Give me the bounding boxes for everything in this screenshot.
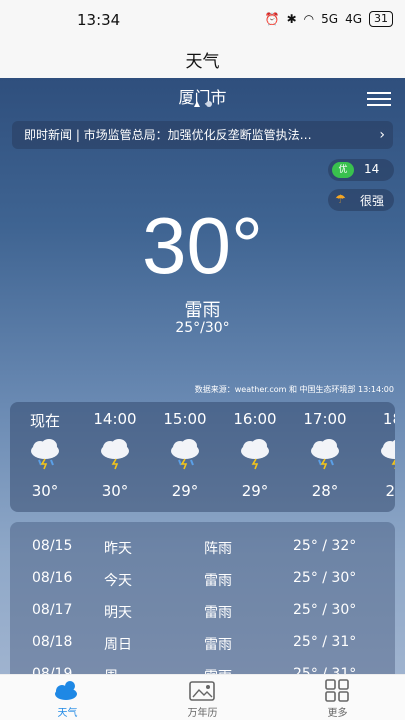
daily-day: 昨天 <box>104 541 132 557</box>
daily-row[interactable]: 08/18 周日 雷雨 25° / 31° <box>10 628 395 660</box>
status-time: 13:34 <box>77 11 121 29</box>
hour-temp: 29° <box>171 482 199 500</box>
app-bar: 天气 <box>0 40 405 78</box>
thunder-icon <box>241 439 269 470</box>
wifi-icon: ◠ <box>303 12 315 26</box>
tab-label: 更多 <box>327 708 348 719</box>
daily-day: 周一 <box>104 666 132 674</box>
signal-4g: 4G <box>345 12 362 26</box>
grid-icon <box>325 679 349 702</box>
daily-date: 08/18 <box>32 634 73 650</box>
hour-label: 15:00 <box>163 410 207 428</box>
hour-label: 现在 <box>29 412 60 430</box>
daily-range: 25° / 30° <box>293 570 357 586</box>
aqi-level: 优 <box>332 162 354 178</box>
daily-date: 08/15 <box>32 538 73 554</box>
page-dot <box>205 101 212 107</box>
thunder-rain-icon <box>171 439 199 470</box>
thunder-icon <box>381 439 395 469</box>
daily-date: 08/16 <box>32 570 73 586</box>
current-temperature: 30° <box>142 201 263 290</box>
weather-icon <box>55 681 77 700</box>
daily-day: 周日 <box>104 637 132 653</box>
daily-range: 25° / 31° <box>293 634 357 650</box>
thunder-icon <box>101 439 129 470</box>
weather-main: 厦门市 即时新闻 | 市场监管总局：加强优化反垄断监管执法… › 优 14 ☂ … <box>0 78 405 674</box>
hour-temp: 28° <box>311 482 339 500</box>
bluetooth-icon: ✱ <box>286 12 297 26</box>
tab-label: 万年历 <box>187 708 218 719</box>
daily-row[interactable]: 08/17 明天 雷雨 25° / 30° <box>10 596 395 628</box>
air-quality-badge[interactable]: 优 14 <box>328 159 394 181</box>
daily-condition: 阵雨 <box>204 541 232 557</box>
daily-range: 25° / 31° <box>293 666 357 674</box>
news-text: 即时新闻 | 市场监管总局：加强优化反垄断监管执法… <box>24 128 312 142</box>
chevron-right-icon: › <box>379 127 385 143</box>
tab-weather[interactable]: 天气 <box>0 675 135 720</box>
daily-date: 08/17 <box>32 602 73 618</box>
hourly-forecast[interactable]: 现在 30° 14:00 30° 15:00 29° 16:00 29° 17:… <box>10 402 395 512</box>
daily-day: 今天 <box>104 573 132 589</box>
status-icons: ⏰ ✱ ◠ 5G 4G 31 <box>265 11 393 27</box>
hour-temp: 30° <box>31 482 59 500</box>
alarm-icon: ⏰ <box>264 12 280 26</box>
daily-condition: 雷雨 <box>204 573 232 589</box>
daily-condition: 雷雨 <box>204 605 232 621</box>
daily-date: 08/19 <box>32 666 73 674</box>
tab-label: 天气 <box>57 708 78 719</box>
battery-indicator: 31 <box>369 11 393 27</box>
tab-calendar[interactable]: 万年历 <box>135 675 270 720</box>
signal-5g: 5G <box>321 12 339 26</box>
daily-forecast[interactable]: 08/15 昨天 阵雨 25° / 32° 08/16 今天 雷雨 25° / … <box>10 522 395 674</box>
daily-condition: 雷雨 <box>204 666 232 674</box>
page-title: 天气 <box>185 52 220 72</box>
daily-day: 明天 <box>104 605 132 621</box>
daily-condition: 雷雨 <box>204 637 232 653</box>
menu-icon[interactable] <box>367 92 391 106</box>
hour-label: 18: <box>382 410 395 428</box>
current-condition: 雷雨 <box>184 300 221 321</box>
calendar-image-icon <box>189 681 215 701</box>
daily-row[interactable]: 08/16 今天 雷雨 25° / 30° <box>10 564 395 596</box>
hour-temp: 29° <box>241 482 269 500</box>
city-pager <box>0 101 405 107</box>
daily-row[interactable]: 08/15 昨天 阵雨 25° / 32° <box>10 532 395 564</box>
tab-more[interactable]: 更多 <box>270 675 405 720</box>
hour-temp: 30° <box>101 482 129 500</box>
hour-label: 14:00 <box>93 410 137 428</box>
data-source: 数据来源：weather.com 和 中国生态环境部 13:14:00 <box>194 385 394 394</box>
bottom-tab-bar: 天气 万年历 更多 <box>0 674 405 720</box>
daily-row[interactable]: 08/19 周一 雷雨 25° / 31° <box>10 660 395 674</box>
hour-label: 16:00 <box>233 410 277 428</box>
current-range: 25°/30° <box>175 320 230 336</box>
hour-label: 17:00 <box>303 410 347 428</box>
aqi-value: 14 <box>364 162 380 176</box>
hour-temp: 27 <box>385 482 395 500</box>
thunder-rain-icon <box>311 439 339 470</box>
daily-range: 25° / 30° <box>293 602 357 618</box>
thunder-rain-icon <box>31 439 59 470</box>
daily-range: 25° / 32° <box>293 538 357 554</box>
location-arrow-icon <box>193 101 200 107</box>
news-ticker[interactable]: 即时新闻 | 市场监管总局：加强优化反垄断监管执法… › <box>12 121 393 149</box>
status-bar: 13:34 ⏰ ✱ ◠ 5G 4G 31 <box>0 0 405 40</box>
